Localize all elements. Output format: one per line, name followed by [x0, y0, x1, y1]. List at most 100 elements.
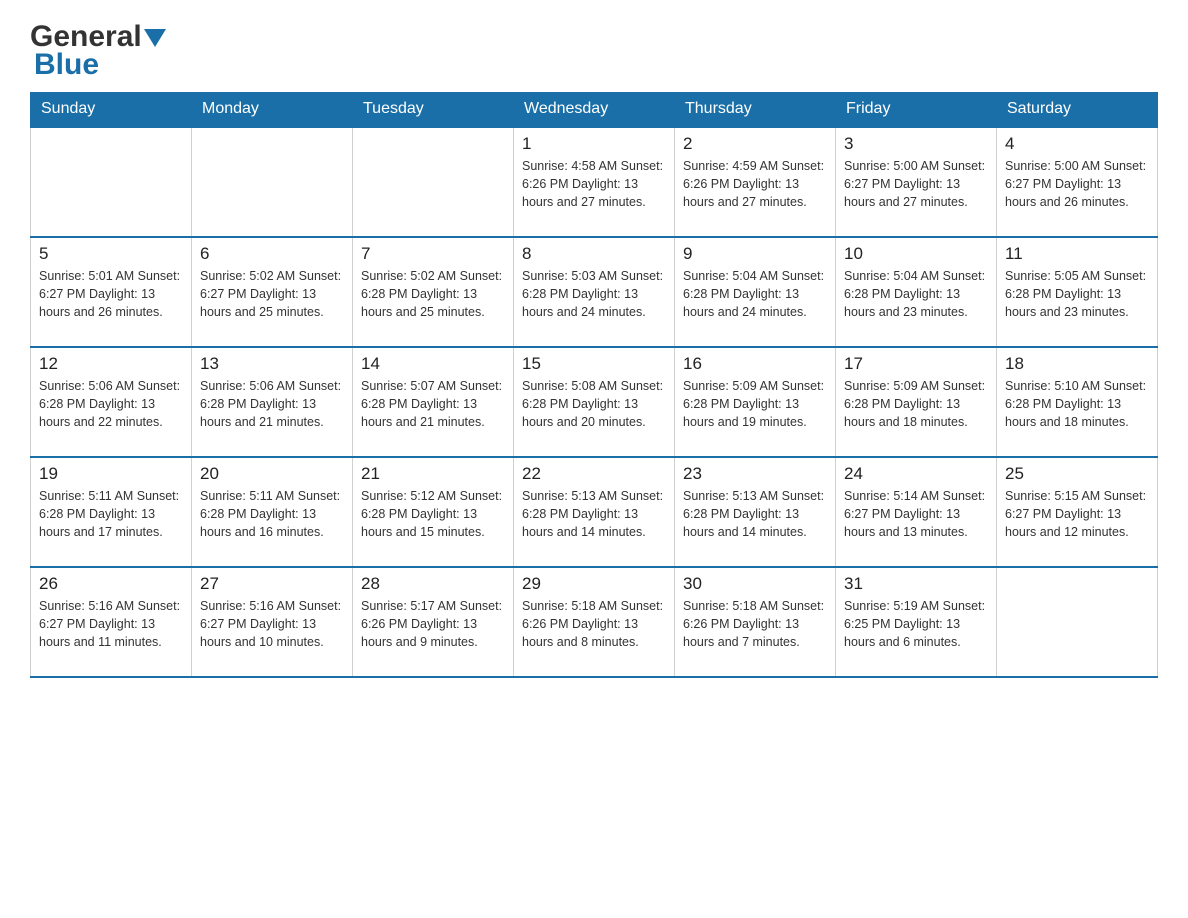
calendar-cell: 19Sunrise: 5:11 AM Sunset: 6:28 PM Dayli… [31, 457, 192, 567]
day-info: Sunrise: 5:05 AM Sunset: 6:28 PM Dayligh… [1005, 267, 1149, 321]
calendar-header-tuesday: Tuesday [353, 92, 514, 127]
calendar-cell: 13Sunrise: 5:06 AM Sunset: 6:28 PM Dayli… [192, 347, 353, 457]
calendar-header-sunday: Sunday [31, 92, 192, 127]
day-info: Sunrise: 5:02 AM Sunset: 6:27 PM Dayligh… [200, 267, 344, 321]
calendar-cell: 24 Sunrise: 5:14 AM Sunset: 6:27 PM Dayli… [836, 457, 997, 567]
day-info: Sunrise: 4:59 AM Sunset: 6:26 PM Dayligh… [683, 157, 827, 211]
day-number: 17 [844, 354, 988, 374]
calendar-header-wednesday: Wednesday [514, 92, 675, 127]
day-info: Sunrise: 5:00 AM Sunset: 6:27 PM Dayligh… [1005, 157, 1149, 211]
calendar-header-monday: Monday [192, 92, 353, 127]
calendar-cell: 17 Sunrise: 5:09 AM Sunset: 6:28 PM Dayli… [836, 347, 997, 457]
day-info: Sunrise: 5:00 AM Sunset: 6:27 PM Dayligh… [844, 157, 988, 211]
day-number: 3 [844, 134, 988, 154]
calendar-week-row: 5 Sunrise: 5:01 AM Sunset: 6:27 PM Daylig… [31, 237, 1158, 347]
day-info: Sunrise: 5:03 AM Sunset: 6:28 PM Dayligh… [522, 267, 666, 321]
day-info: Sunrise: 5:08 AM Sunset: 6:28 PM Dayligh… [522, 377, 666, 431]
day-info: Sunrise: 5:16 AM Sunset: 6:27 PM Dayligh… [200, 597, 344, 651]
day-number: 16 [683, 354, 827, 374]
calendar-cell [353, 127, 514, 237]
day-number: 19 [39, 464, 183, 484]
day-number: 28 [361, 574, 505, 594]
calendar-cell: 9 Sunrise: 5:04 AM Sunset: 6:28 PM Daylig… [675, 237, 836, 347]
day-number: 8 [522, 244, 666, 264]
calendar-header-thursday: Thursday [675, 92, 836, 127]
calendar-cell: 27 Sunrise: 5:16 AM Sunset: 6:27 PM Dayli… [192, 567, 353, 677]
day-number: 25 [1005, 464, 1149, 484]
day-number: 4 [1005, 134, 1149, 154]
calendar-cell: 28Sunrise: 5:17 AM Sunset: 6:26 PM Dayli… [353, 567, 514, 677]
day-number: 22 [522, 464, 666, 484]
day-number: 6 [200, 244, 344, 264]
page-header: General Blue [30, 20, 1158, 82]
day-info: Sunrise: 5:13 AM Sunset: 6:28 PM Dayligh… [683, 487, 827, 541]
day-info: Sunrise: 5:09 AM Sunset: 6:28 PM Dayligh… [683, 377, 827, 431]
calendar-cell: 20 Sunrise: 5:11 AM Sunset: 6:28 PM Dayli… [192, 457, 353, 567]
calendar-header-saturday: Saturday [997, 92, 1158, 127]
calendar-week-row: 19 Sunrise: 5:11 AM Sunset: 6:28 PM Dayli… [31, 457, 1158, 567]
calendar-cell: 30Sunrise: 5:18 AM Sunset: 6:26 PM Dayli… [675, 567, 836, 677]
calendar-cell [192, 127, 353, 237]
day-info: Sunrise: 5:04 AM Sunset: 6:28 PM Dayligh… [844, 267, 988, 321]
calendar-cell: 23 Sunrise: 5:13 AM Sunset: 6:28 PM Dayli… [675, 457, 836, 567]
calendar-week-row: 26 Sunrise: 5:16 AM Sunset: 6:27 PM Dayli… [31, 567, 1158, 677]
day-number: 23 [683, 464, 827, 484]
calendar-cell: 7 Sunrise: 5:02 AM Sunset: 6:28 PM Daylig… [353, 237, 514, 347]
day-info: Sunrise: 5:11 AM Sunset: 6:28 PM Dayligh… [200, 487, 344, 541]
calendar-cell: 3 Sunrise: 5:00 AM Sunset: 6:27 PM Daylig… [836, 127, 997, 237]
day-number: 2 [683, 134, 827, 154]
day-info: Sunrise: 5:06 AM Sunset: 6:28 PM Dayligh… [39, 377, 183, 431]
logo: General Blue [30, 20, 166, 82]
calendar-cell: 5 Sunrise: 5:01 AM Sunset: 6:27 PM Daylig… [31, 237, 192, 347]
day-info: Sunrise: 5:14 AM Sunset: 6:27 PM Dayligh… [844, 487, 988, 541]
calendar-cell: 4 Sunrise: 5:00 AM Sunset: 6:27 PM Daylig… [997, 127, 1158, 237]
calendar-week-row: 12 Sunrise: 5:06 AM Sunset: 6:28 PM Dayli… [31, 347, 1158, 457]
calendar-cell: 12 Sunrise: 5:06 AM Sunset: 6:28 PM Dayli… [31, 347, 192, 457]
day-number: 1 [522, 134, 666, 154]
day-number: 21 [361, 464, 505, 484]
calendar-cell [997, 567, 1158, 677]
day-number: 5 [39, 244, 183, 264]
calendar-cell: 29 Sunrise: 5:18 AM Sunset: 6:26 PM Dayli… [514, 567, 675, 677]
calendar-cell: 15 Sunrise: 5:08 AM Sunset: 6:28 PM Dayli… [514, 347, 675, 457]
calendar-table: SundayMondayTuesdayWednesdayThursdayFrid… [30, 92, 1158, 678]
day-number: 26 [39, 574, 183, 594]
day-number: 9 [683, 244, 827, 264]
calendar-header-friday: Friday [836, 92, 997, 127]
calendar-cell: 18Sunrise: 5:10 AM Sunset: 6:28 PM Dayli… [997, 347, 1158, 457]
day-info: Sunrise: 4:58 AM Sunset: 6:26 PM Dayligh… [522, 157, 666, 211]
calendar-cell: 22 Sunrise: 5:13 AM Sunset: 6:28 PM Dayli… [514, 457, 675, 567]
day-info: Sunrise: 5:18 AM Sunset: 6:26 PM Dayligh… [522, 597, 666, 651]
day-number: 20 [200, 464, 344, 484]
day-number: 12 [39, 354, 183, 374]
day-info: Sunrise: 5:13 AM Sunset: 6:28 PM Dayligh… [522, 487, 666, 541]
day-number: 7 [361, 244, 505, 264]
day-number: 24 [844, 464, 988, 484]
calendar-cell: 16 Sunrise: 5:09 AM Sunset: 6:28 PM Dayli… [675, 347, 836, 457]
calendar-cell: 8 Sunrise: 5:03 AM Sunset: 6:28 PM Daylig… [514, 237, 675, 347]
logo-blue-text: Blue [34, 48, 99, 82]
day-number: 29 [522, 574, 666, 594]
day-info: Sunrise: 5:07 AM Sunset: 6:28 PM Dayligh… [361, 377, 505, 431]
day-info: Sunrise: 5:01 AM Sunset: 6:27 PM Dayligh… [39, 267, 183, 321]
day-info: Sunrise: 5:04 AM Sunset: 6:28 PM Dayligh… [683, 267, 827, 321]
logo-arrow-icon [144, 29, 166, 49]
day-info: Sunrise: 5:06 AM Sunset: 6:28 PM Dayligh… [200, 377, 344, 431]
day-number: 15 [522, 354, 666, 374]
day-number: 14 [361, 354, 505, 374]
day-number: 10 [844, 244, 988, 264]
day-number: 18 [1005, 354, 1149, 374]
day-info: Sunrise: 5:18 AM Sunset: 6:26 PM Dayligh… [683, 597, 827, 651]
day-info: Sunrise: 5:09 AM Sunset: 6:28 PM Dayligh… [844, 377, 988, 431]
day-info: Sunrise: 5:16 AM Sunset: 6:27 PM Dayligh… [39, 597, 183, 651]
calendar-cell: 10 Sunrise: 5:04 AM Sunset: 6:28 PM Dayli… [836, 237, 997, 347]
calendar-cell [31, 127, 192, 237]
day-info: Sunrise: 5:12 AM Sunset: 6:28 PM Dayligh… [361, 487, 505, 541]
day-info: Sunrise: 5:02 AM Sunset: 6:28 PM Dayligh… [361, 267, 505, 321]
day-number: 27 [200, 574, 344, 594]
calendar-cell: 31Sunrise: 5:19 AM Sunset: 6:25 PM Dayli… [836, 567, 997, 677]
calendar-cell: 11 Sunrise: 5:05 AM Sunset: 6:28 PM Dayli… [997, 237, 1158, 347]
calendar-week-row: 1 Sunrise: 4:58 AM Sunset: 6:26 PM Daylig… [31, 127, 1158, 237]
calendar-header-row: SundayMondayTuesdayWednesdayThursdayFrid… [31, 92, 1158, 127]
day-number: 11 [1005, 244, 1149, 264]
